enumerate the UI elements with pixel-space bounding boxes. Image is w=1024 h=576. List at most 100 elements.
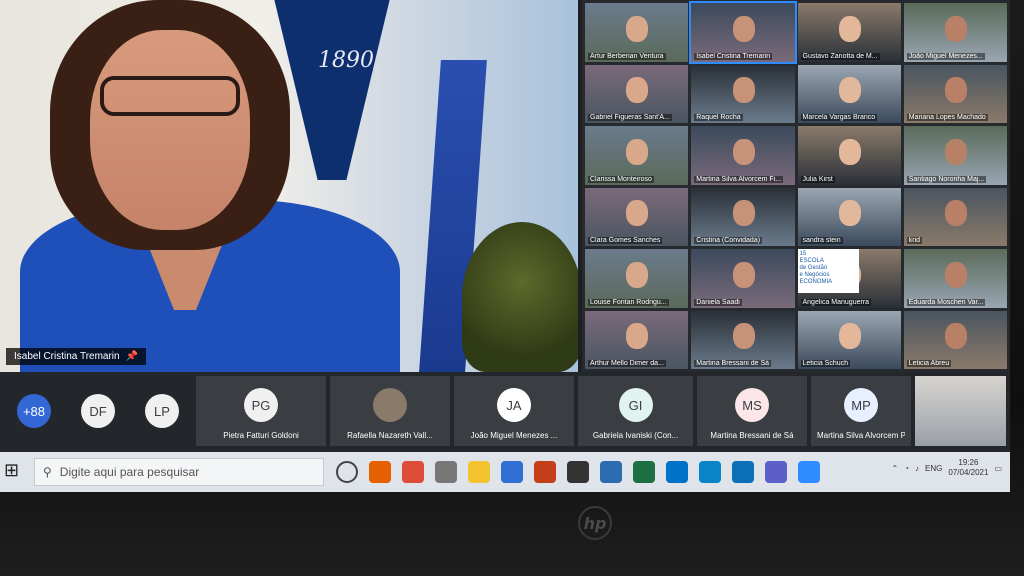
- search-placeholder: Digite aqui para pesquisar: [59, 465, 200, 479]
- gallery-tile[interactable]: Julia Kirst: [797, 126, 901, 185]
- mail-icon[interactable]: [732, 461, 754, 483]
- clock-time: 19:26: [958, 458, 979, 467]
- teams-icon[interactable]: [765, 461, 787, 483]
- participant-face: [732, 15, 755, 42]
- gallery-tile[interactable]: Louise Fontan Rodrigu...: [585, 249, 689, 308]
- media-icon[interactable]: [501, 461, 523, 483]
- participant-strip: +88 DF LP PG Pietra Fatturi Goldoni Rafaella …: [0, 372, 1010, 452]
- gallery-tile[interactable]: Raquel Rocha: [691, 64, 795, 123]
- slide-text-line1: ESCOLA: [799, 258, 824, 264]
- gallery-tile[interactable]: Santiago Noronha Maj...: [903, 126, 1007, 185]
- strip-tile[interactable]: DF: [68, 376, 128, 446]
- participant-name: Clara Gomes Sanches: [588, 237, 663, 244]
- participant-face: [626, 77, 649, 104]
- more-participants-button[interactable]: +88: [17, 394, 51, 428]
- gallery-tile[interactable]: Gustavo Zanotta de M...: [797, 3, 901, 62]
- language-indicator[interactable]: ENG: [925, 464, 942, 473]
- gallery-tile[interactable]: Gabriel Figueras Sant'A...: [585, 64, 689, 123]
- gallery-tile[interactable]: Eduarda Moschen Var...: [903, 249, 1007, 308]
- participant-face: [945, 200, 968, 227]
- strip-tile[interactable]: MP Martina Silva Alvorcem Pin...: [811, 376, 911, 446]
- gallery-tile[interactable]: Leticia Schuch: [797, 310, 901, 369]
- windows-start-icon[interactable]: ⊞: [4, 460, 28, 484]
- participant-name: Angelica Manuguerra: [800, 298, 872, 306]
- gallery-tile[interactable]: Isabel Cristina Tremarin: [689, 1, 797, 64]
- gallery-tile[interactable]: João Miguel Menezes...: [903, 3, 1007, 62]
- participant-face: [626, 138, 649, 165]
- strip-tile[interactable]: GI Gabriela Ivaniski (Con...: [578, 376, 693, 446]
- participant-face: [945, 261, 968, 288]
- self-view-video[interactable]: [915, 376, 1006, 446]
- gallery-tile[interactable]: Arthur Mello Dimer da...: [585, 310, 689, 369]
- slide-text-line2: de Gestão: [799, 265, 828, 271]
- strip-tile[interactable]: Rafaella Nazareth Vall...: [330, 376, 450, 446]
- participant-face: [732, 138, 755, 165]
- gallery-tile[interactable]: Leticia Abreu: [903, 310, 1007, 369]
- gallery-tile[interactable]: Mariana Lopes Machado: [903, 64, 1007, 123]
- participant-face: [838, 77, 861, 104]
- speaker-name: Isabel Cristina Tremarin: [14, 351, 120, 362]
- strip-tile[interactable]: JA João Miguel Menezes ...: [454, 376, 574, 446]
- participant-name: Daniela Saadi: [694, 298, 742, 306]
- participant-face: [732, 200, 755, 227]
- participant-face: [732, 323, 755, 350]
- speaker-person: [20, 0, 400, 372]
- firefox-icon[interactable]: [369, 461, 391, 483]
- strip-participant-name: Rafaella Nazareth Vall...: [347, 431, 433, 440]
- system-tray: ⌃ ◔ ♪ ENG 19:26 07/04/2021 ▭: [892, 458, 1003, 478]
- gallery-tile[interactable]: Clarissa Monteiroso: [585, 126, 689, 185]
- strip-tile[interactable]: +88: [4, 376, 64, 446]
- volume-icon[interactable]: ♪: [915, 464, 919, 473]
- monitor-icon[interactable]: [600, 461, 622, 483]
- strip-tile[interactable]: LP: [132, 376, 192, 446]
- gallery-tile[interactable]: Clara Gomes Sanches: [585, 187, 689, 246]
- participant-face: [626, 200, 649, 227]
- gallery-tile[interactable]: krid: [903, 187, 1007, 246]
- shared-slide: 15 ESCOLA de Gestão e Negócios ECONOMIA: [797, 249, 860, 293]
- strip-tile[interactable]: PG Pietra Fatturi Goldoni: [196, 376, 326, 446]
- terminal-icon[interactable]: [567, 461, 589, 483]
- gallery-view: Artur Berberian Ventura Isabel Cristina T…: [582, 0, 1010, 372]
- participant-face: [945, 323, 968, 350]
- chrome-icon[interactable]: [402, 461, 424, 483]
- clock[interactable]: 19:26 07/04/2021: [948, 458, 988, 478]
- gallery-tile[interactable]: sandra stein: [797, 187, 901, 246]
- up-arrow-icon[interactable]: ⌃: [892, 464, 899, 473]
- participant-name: Clarissa Monteiroso: [588, 175, 654, 183]
- task-view-icon[interactable]: [336, 461, 358, 483]
- taskbar-search[interactable]: ⚲ Digite aqui para pesquisar: [34, 458, 324, 486]
- windows-taskbar: ⊞ ⚲ Digite aqui para pesquisar ⌃ ◔ ♪ ENG…: [0, 452, 1010, 492]
- gallery-tile[interactable]: Artur Berberian Ventura: [585, 3, 689, 62]
- gallery-tile[interactable]: Daniela Saadi: [691, 249, 795, 308]
- notification-icon[interactable]: ▭: [994, 464, 1002, 473]
- strip-tile[interactable]: MS Martina Bressani de Sá: [697, 376, 807, 446]
- slide-text-number: 15: [799, 251, 807, 257]
- strip-participant-name: Gabriela Ivaniski (Con...: [592, 431, 679, 440]
- participant-face: [945, 15, 968, 42]
- gallery-tile[interactable]: Martina Silva Alvorcem Fi...: [691, 126, 795, 185]
- powerpoint-icon[interactable]: [534, 461, 556, 483]
- participant-avatar: GI: [618, 388, 653, 422]
- excel-icon[interactable]: [633, 461, 655, 483]
- search-icon: ⚲: [43, 465, 52, 479]
- participant-name: Martina Silva Alvorcem Fi...: [694, 175, 784, 183]
- speaker-video[interactable]: 1890 Isabel Cristina Tremarin 📌: [0, 0, 578, 372]
- zoom-icon[interactable]: [798, 461, 820, 483]
- participant-name: Cristina (Convidada): [694, 237, 763, 244]
- network-icon[interactable]: ◔: [904, 464, 909, 473]
- outlook-icon[interactable]: [666, 461, 688, 483]
- participant-name: Eduarda Moschen Var...: [906, 298, 986, 306]
- clock-date: 07/04/2021: [948, 468, 989, 477]
- participant-name: Isabel Cristina Tremarin: [694, 52, 773, 60]
- file-explorer-icon[interactable]: [468, 461, 490, 483]
- gallery-tile[interactable]: Martina Bressani de Sá: [691, 310, 795, 369]
- app-icon[interactable]: [435, 461, 457, 483]
- gallery-tile[interactable]: Marcela Vargas Branco: [797, 64, 901, 123]
- gallery-tile[interactable]: Cristina (Convidada): [691, 187, 795, 246]
- participant-name: Marcela Vargas Branco: [800, 114, 878, 121]
- edge-icon[interactable]: [699, 461, 721, 483]
- participant-name: Martina Bressani de Sá: [694, 360, 772, 367]
- screen: 1890 Isabel Cristina Tremarin 📌 Artur Be…: [0, 0, 1010, 492]
- participant-name: Mariana Lopes Machado: [906, 114, 988, 121]
- participant-face: [626, 261, 649, 288]
